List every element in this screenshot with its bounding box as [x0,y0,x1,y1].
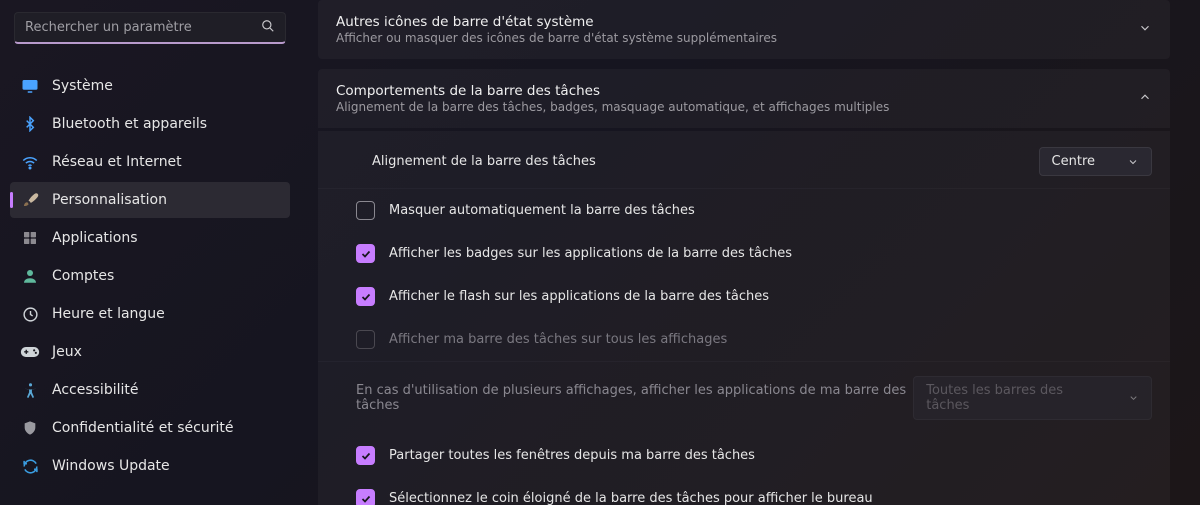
checkbox-row: Afficher ma barre des tâches sur tous le… [318,318,1170,361]
checkbox-label: Afficher les badges sur les applications… [389,246,1152,261]
sidebar-item-label: Bluetooth et appareils [52,116,207,132]
sidebar-item-label: Jeux [52,344,82,360]
check-icon [360,450,372,462]
sidebar-item-label: Comptes [52,268,114,284]
multi-display-value: Toutes les barres des tâches [926,383,1096,413]
sidebar-item-label: Personnalisation [52,192,167,208]
checkbox-row: Afficher le flash sur les applications d… [318,275,1170,318]
checkbox[interactable] [356,244,375,263]
section-subtitle: Alignement de la barre des tâches, badge… [336,100,889,114]
sidebar-item-label: Windows Update [52,458,170,474]
sidebar-item-bluetooth[interactable]: Bluetooth et appareils [10,106,290,142]
grid-icon [20,228,40,248]
sidebar-item-label: Réseau et Internet [52,154,182,170]
checkbox-row: Partager toutes les fenêtres depuis ma b… [318,434,1170,477]
search-icon [261,18,275,37]
section-body: Alignement de la barre des tâches Centre… [318,131,1170,505]
chevron-up-icon [1138,89,1152,108]
checkbox[interactable] [356,201,375,220]
check-icon [360,248,372,260]
checkbox[interactable] [356,446,375,465]
row-alignment: Alignement de la barre des tâches Centre [318,135,1170,189]
checkbox-label: Masquer automatiquement la barre des tâc… [389,203,1152,218]
checkbox-row: Sélectionnez le coin éloigné de la barre… [318,477,1170,505]
checkbox[interactable] [356,489,375,505]
sidebar-item-label: Système [52,78,113,94]
multi-display-info: En cas d'utilisation de plusieurs affich… [356,383,913,413]
section-behaviors[interactable]: Comportements de la barre des tâches Ali… [318,69,1170,128]
checkbox-label: Afficher le flash sur les applications d… [389,289,1152,304]
checkbox-label: Afficher ma barre des tâches sur tous le… [389,332,1152,347]
checkbox-row: Masquer automatiquement la barre des tâc… [318,189,1170,232]
clock-icon [20,304,40,324]
sidebar-item-personalization[interactable]: Personnalisation [10,182,290,218]
alignment-dropdown[interactable]: Centre [1039,147,1152,176]
chevron-down-icon [1128,392,1139,404]
check-icon [360,291,372,303]
checkbox-row: Afficher les badges sur les applications… [318,232,1170,275]
sidebar-item-apps[interactable]: Applications [10,220,290,256]
checkbox [356,330,375,349]
sidebar-item-update[interactable]: Windows Update [10,448,290,484]
checkbox[interactable] [356,287,375,306]
bluetooth-icon [20,114,40,134]
nav-list: Système Bluetooth et appareils Réseau et… [10,68,290,484]
brush-icon [20,190,40,210]
alignment-label: Alignement de la barre des tâches [372,154,1039,169]
chevron-down-icon [1127,156,1139,168]
section-title: Autres icônes de barre d'état système [336,14,777,30]
row-multi-display: En cas d'utilisation de plusieurs affich… [318,361,1170,434]
alignment-value: Centre [1052,154,1095,169]
search-box[interactable] [14,12,286,44]
gamepad-icon [20,342,40,362]
checkbox-label: Sélectionnez le coin éloigné de la barre… [389,491,1152,505]
sidebar-item-label: Applications [52,230,138,246]
chevron-down-icon [1138,20,1152,39]
sidebar-item-gaming[interactable]: Jeux [10,334,290,370]
update-icon [20,456,40,476]
check-icon [360,493,372,505]
sidebar-item-accounts[interactable]: Comptes [10,258,290,294]
section-subtitle: Afficher ou masquer des icônes de barre … [336,31,777,45]
multi-display-dropdown: Toutes les barres des tâches [913,376,1152,420]
section-other-icons[interactable]: Autres icônes de barre d'état système Af… [318,0,1170,59]
person-icon [20,266,40,286]
sidebar-item-network[interactable]: Réseau et Internet [10,144,290,180]
sidebar-item-accessibility[interactable]: Accessibilité [10,372,290,408]
monitor-icon [20,76,40,96]
checkbox-label: Partager toutes les fenêtres depuis ma b… [389,448,1152,463]
sidebar-item-system[interactable]: Système [10,68,290,104]
wifi-icon [20,152,40,172]
sidebar-item-label: Accessibilité [52,382,138,398]
search-input[interactable] [25,20,261,35]
sidebar-item-time[interactable]: Heure et langue [10,296,290,332]
shield-icon [20,418,40,438]
sidebar-item-label: Heure et langue [52,306,165,322]
section-title: Comportements de la barre des tâches [336,83,889,99]
sidebar-item-privacy[interactable]: Confidentialité et sécurité [10,410,290,446]
sidebar-item-label: Confidentialité et sécurité [52,420,233,436]
access-icon [20,380,40,400]
